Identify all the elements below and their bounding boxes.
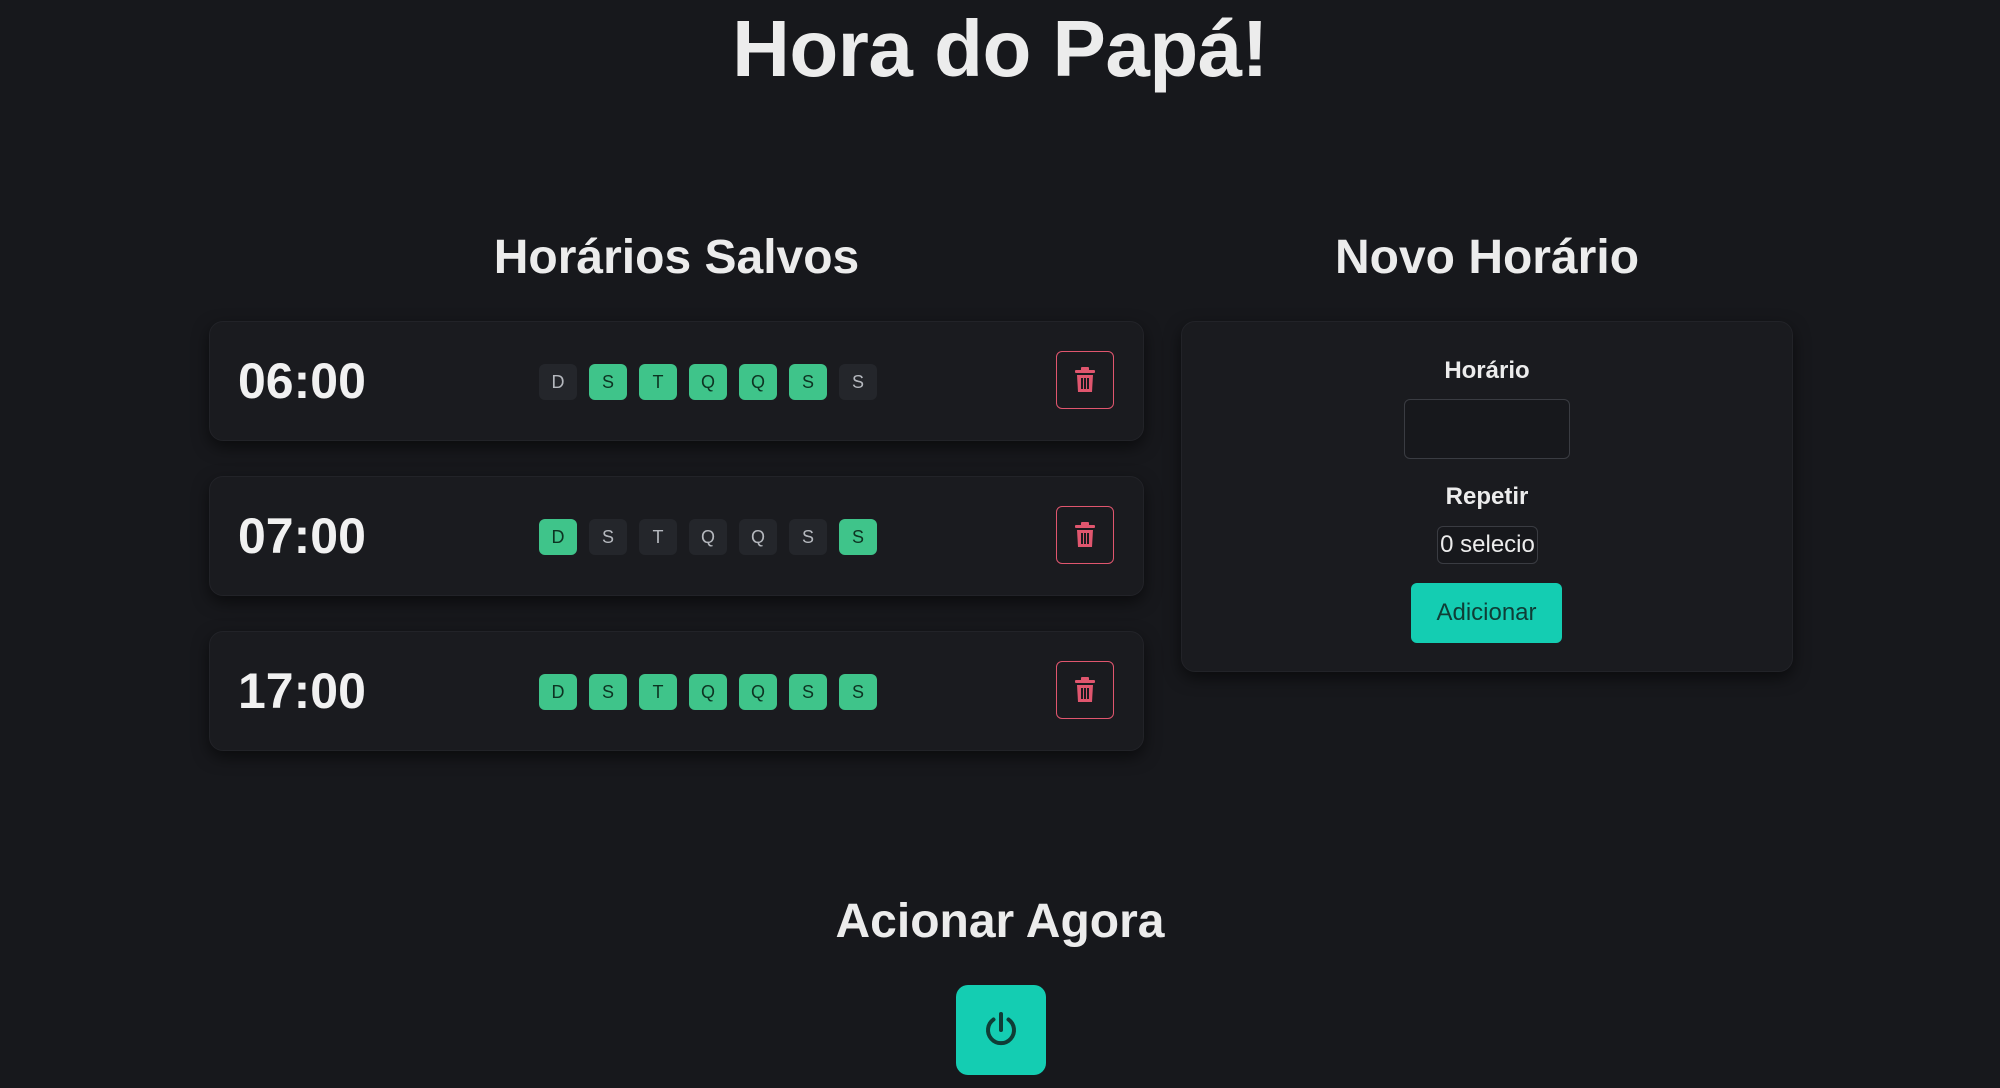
weekday-chips: D S T Q Q S S xyxy=(539,674,889,710)
app-title: Hora do Papá! xyxy=(732,4,1268,93)
trigger-now-title: Acionar Agora xyxy=(835,895,1165,948)
weekday-chip[interactable]: S xyxy=(839,674,877,710)
weekday-chip[interactable]: Q xyxy=(739,364,777,400)
new-schedule-form: Horário Repetir 0 selecio Adicionar xyxy=(1181,321,1793,672)
repeat-label: Repetir xyxy=(1445,483,1529,510)
weekday-chip[interactable]: Q xyxy=(689,519,727,555)
repeat-days-select[interactable]: 0 selecio xyxy=(1437,526,1538,564)
delete-schedule-button[interactable] xyxy=(1056,506,1114,564)
weekday-chip[interactable]: S xyxy=(839,364,877,400)
new-schedule-title: Novo Horário xyxy=(1334,231,1640,284)
schedule-time: 17:00 xyxy=(238,663,366,719)
weekday-chips: D S T Q Q S S xyxy=(539,519,889,555)
weekday-chip[interactable]: S xyxy=(839,519,877,555)
trash-icon xyxy=(1075,522,1095,547)
weekday-chip[interactable]: T xyxy=(639,364,677,400)
weekday-chips: D S T Q Q S S xyxy=(539,364,889,400)
weekday-chip[interactable]: D xyxy=(539,674,577,710)
weekday-chip[interactable]: T xyxy=(639,519,677,555)
weekday-chip[interactable]: S xyxy=(589,674,627,710)
trash-icon xyxy=(1075,367,1095,392)
time-input[interactable] xyxy=(1404,399,1570,459)
weekday-chip[interactable]: S xyxy=(789,519,827,555)
weekday-chip[interactable]: Q xyxy=(739,519,777,555)
add-schedule-button[interactable]: Adicionar xyxy=(1411,583,1562,643)
schedule-card: 17:00 D S T Q Q S S xyxy=(209,631,1144,751)
schedule-time: 06:00 xyxy=(238,353,366,409)
weekday-chip[interactable]: D xyxy=(539,364,577,400)
weekday-chip[interactable]: Q xyxy=(739,674,777,710)
schedule-list: 06:00 D S T Q Q S S 07:00 D S T Q Q S S … xyxy=(209,321,1144,786)
weekday-chip[interactable]: S xyxy=(589,364,627,400)
weekday-chip[interactable]: T xyxy=(639,674,677,710)
schedule-time: 07:00 xyxy=(238,508,366,564)
time-label: Horário xyxy=(1444,357,1530,384)
schedule-card: 07:00 D S T Q Q S S xyxy=(209,476,1144,596)
power-icon xyxy=(986,1012,1016,1046)
saved-schedules-title: Horários Salvos xyxy=(493,231,860,284)
weekday-chip[interactable]: S xyxy=(589,519,627,555)
schedule-card: 06:00 D S T Q Q S S xyxy=(209,321,1144,441)
delete-schedule-button[interactable] xyxy=(1056,661,1114,719)
delete-schedule-button[interactable] xyxy=(1056,351,1114,409)
trash-icon xyxy=(1075,677,1095,702)
weekday-chip[interactable]: D xyxy=(539,519,577,555)
weekday-chip[interactable]: S xyxy=(789,364,827,400)
weekday-chip[interactable]: S xyxy=(789,674,827,710)
weekday-chip[interactable]: Q xyxy=(689,674,727,710)
weekday-chip[interactable]: Q xyxy=(689,364,727,400)
trigger-now-button[interactable] xyxy=(956,985,1046,1075)
